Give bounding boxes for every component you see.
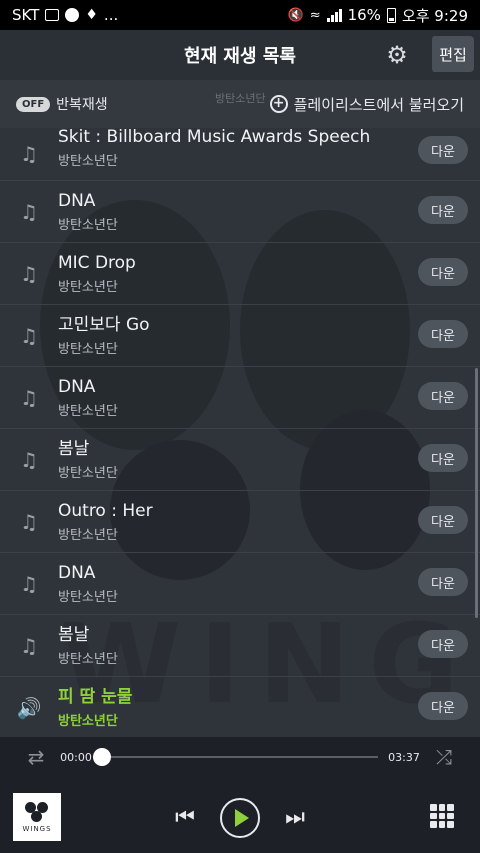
grid-menu-icon[interactable]: [430, 804, 454, 828]
song-artist: 방탄소년단: [58, 279, 118, 295]
music-note-icon: ♫: [20, 385, 38, 410]
playlist: ♫ Skit : Billboard Music Awards Speech 방…: [0, 128, 480, 737]
download-button[interactable]: 다운: [418, 382, 468, 410]
music-note-icon: ♫: [20, 509, 38, 534]
song-artist: 방탄소년단: [58, 527, 118, 543]
music-note-icon: ♫: [20, 633, 38, 658]
list-item[interactable]: ♫ MIC Drop 방탄소년단 다운: [0, 243, 480, 305]
plus-circle-icon: +: [269, 95, 288, 113]
more-notifications: ...: [103, 6, 119, 24]
song-title: DNA: [58, 376, 96, 397]
seek-bar[interactable]: [93, 748, 378, 766]
list-item[interactable]: ♫ 봄날 방탄소년단 다운: [0, 615, 480, 677]
list-item[interactable]: ♫ DNA 방탄소년단 다운: [0, 181, 480, 243]
carrier-label: SKT: [12, 6, 40, 24]
music-note-icon: ♫: [20, 447, 38, 472]
wifi-icon: ≈: [309, 7, 321, 23]
music-note-icon: ♫: [20, 199, 38, 224]
download-button[interactable]: 다운: [418, 692, 468, 720]
battery-icon: [386, 7, 396, 23]
shuffle-icon[interactable]: ⤮: [424, 745, 464, 769]
repeat-toggle[interactable]: OFF 반복재생: [16, 94, 108, 114]
album-art-graphic: [24, 801, 50, 822]
music-note-icon: ♫: [20, 323, 38, 348]
list-item[interactable]: ♫ Outro : Her 방탄소년단 다운: [0, 491, 480, 553]
song-artist: 방탄소년단: [58, 465, 118, 481]
song-title: Skit : Billboard Music Awards Speech: [58, 128, 371, 147]
twitter-icon: ♦: [85, 7, 98, 23]
song-title: DNA: [58, 190, 96, 211]
repeat-icon[interactable]: ⇄: [16, 745, 56, 769]
repeat-off-badge[interactable]: OFF: [16, 96, 51, 112]
load-playlist-button[interactable]: + 플레이리스트에서 불러오기: [269, 94, 464, 115]
album-label: WINGS: [22, 824, 52, 833]
list-item-now-playing[interactable]: 🔊 피 땀 눈물 방탄소년단 다운: [0, 677, 480, 737]
song-title: DNA: [58, 562, 96, 583]
song-title: 고민보다 Go: [58, 314, 150, 335]
list-scrollbar[interactable]: [475, 368, 478, 618]
download-button[interactable]: 다운: [418, 258, 468, 286]
gear-icon[interactable]: ⚙: [384, 42, 410, 68]
song-title: 봄날: [58, 624, 90, 645]
song-artist: 방탄소년단: [58, 341, 118, 357]
music-note-icon: ♫: [20, 142, 38, 166]
battery-percent: 16%: [347, 6, 381, 24]
download-button[interactable]: 다운: [418, 630, 468, 658]
download-button[interactable]: 다운: [418, 506, 468, 534]
play-icon: [235, 809, 249, 827]
song-title: MIC Drop: [58, 252, 136, 273]
signal-icon: [326, 8, 342, 22]
current-time: 00:00: [60, 750, 92, 764]
status-bar: SKT ♦ ... 🔇 ≈ 16% 오후 9:29: [0, 0, 480, 30]
download-button[interactable]: 다운: [418, 196, 468, 224]
list-item[interactable]: ♫ 고민보다 Go 방탄소년단 다운: [0, 305, 480, 367]
play-button[interactable]: [220, 798, 260, 838]
load-playlist-label: 플레이리스트에서 불러오기: [293, 95, 464, 114]
repeat-label: 반복재생: [56, 97, 108, 113]
previous-track-icon[interactable]: ⏮: [170, 805, 200, 830]
messenger-icon: [65, 8, 80, 22]
song-title: 피 땀 눈물: [58, 686, 133, 707]
song-artist: 방탄소년단: [58, 154, 118, 169]
gallery-icon: [45, 9, 60, 21]
download-button[interactable]: 다운: [418, 136, 468, 164]
music-note-icon: ♫: [20, 571, 38, 596]
list-item[interactable]: ♫ DNA 방탄소년단 다운: [0, 367, 480, 429]
list-item[interactable]: ♫ Skit : Billboard Music Awards Speech 방…: [0, 128, 480, 181]
clock: 오후 9:29: [401, 6, 468, 25]
song-title: 봄날: [58, 438, 90, 459]
song-artist: 방탄소년단: [58, 651, 118, 667]
song-artist: 방탄소년단: [58, 589, 118, 605]
list-item[interactable]: ♫ 봄날 방탄소년단 다운: [0, 429, 480, 491]
page-title: 현재 재생 목록: [184, 46, 296, 67]
song-artist: 방탄소년단: [58, 217, 118, 233]
album-art[interactable]: WINGS: [13, 793, 61, 841]
download-button[interactable]: 다운: [418, 320, 468, 348]
song-artist: 방탄소년단: [58, 713, 118, 729]
player-controls: WINGS ⏮ ⏭: [0, 777, 480, 853]
download-button[interactable]: 다운: [418, 444, 468, 472]
progress-bar: ⇄ 00:00 03:37 ⤮: [0, 737, 480, 777]
seek-knob[interactable]: [93, 748, 111, 766]
music-note-icon: ♫: [20, 261, 38, 286]
speaker-icon: 🔊: [16, 695, 42, 720]
song-artist: 방탄소년단: [58, 403, 118, 419]
next-track-icon[interactable]: ⏭: [280, 805, 310, 830]
ghost-artist-label: 방탄소년단: [215, 92, 266, 105]
edit-button[interactable]: 편집: [430, 36, 474, 72]
song-title: Outro : Her: [58, 500, 153, 521]
list-item[interactable]: ♫ DNA 방탄소년단 다운: [0, 553, 480, 615]
download-button[interactable]: 다운: [418, 568, 468, 596]
header-bar: 현재 재생 목록 ⚙ 편집: [0, 30, 480, 80]
mute-icon: 🔇: [287, 7, 304, 23]
total-time: 03:37: [388, 750, 420, 764]
